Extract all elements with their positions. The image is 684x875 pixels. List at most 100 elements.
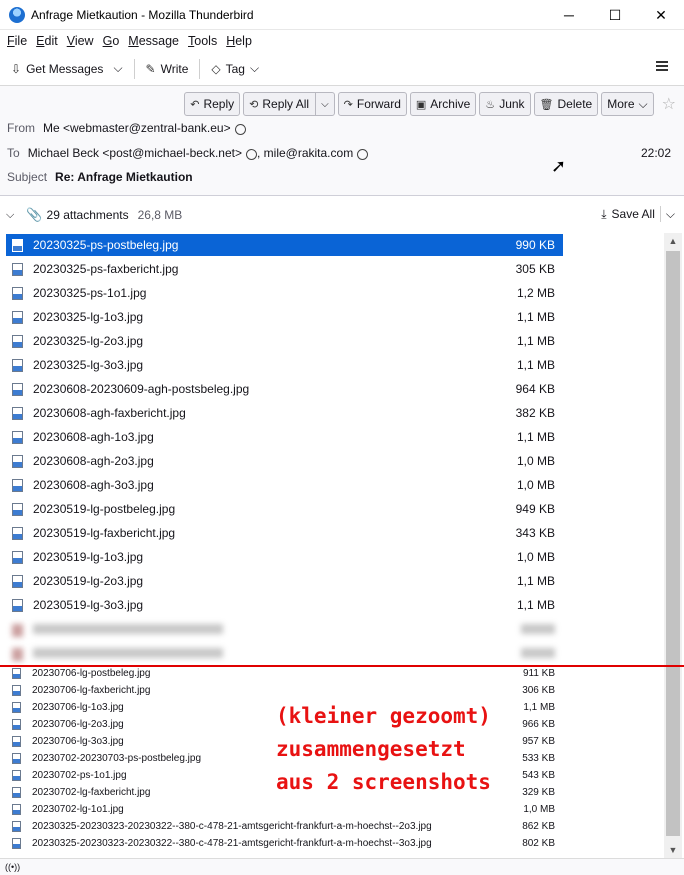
app-menu-icon[interactable] xyxy=(656,61,668,71)
reply-all-button[interactable]: ⟲ Reply All ⌵ xyxy=(243,92,335,116)
tag-label: Tag xyxy=(225,61,245,76)
attachment-count[interactable]: 29 attachments xyxy=(47,208,129,222)
to-recipient-2[interactable]: , mile@rakita.com xyxy=(257,146,353,160)
redacted-size xyxy=(483,647,563,661)
contact-add-icon[interactable] xyxy=(234,123,246,135)
attachment-item[interactable]: 20230325-lg-3o3.jpg 1,1 MB xyxy=(6,354,563,376)
attachment-name: 20230706-lg-postbeleg.jpg xyxy=(32,668,151,679)
scroll-down-arrow-icon[interactable]: ▼ xyxy=(664,842,682,858)
minimize-button[interactable]: ─ xyxy=(546,0,592,30)
download-icon: ⤓ xyxy=(601,206,607,221)
reply-all-dropdown-icon[interactable]: ⌵ xyxy=(315,93,334,115)
contact-add-icon[interactable] xyxy=(357,148,369,160)
image-file-icon xyxy=(12,770,21,781)
forward-button[interactable]: ↷ Forward xyxy=(337,92,407,116)
online-status-icon[interactable]: ((•)) xyxy=(5,862,20,872)
image-file-icon xyxy=(12,838,21,849)
attachment-item[interactable]: 20230608-agh-3o3.jpg 1,0 MB xyxy=(6,474,563,496)
attachment-item[interactable]: 20230608-agh-2o3.jpg 1,0 MB xyxy=(6,450,563,472)
attachment-size: 543 KB xyxy=(522,770,555,781)
annotation-note: (kleiner gezoomt) zusammengesetzt aus 2 … xyxy=(276,700,491,799)
reply-button[interactable]: ↶ Reply xyxy=(184,92,241,116)
attachment-item[interactable]: 20230608-20230609-agh-postsbeleg.jpg 964… xyxy=(6,378,563,400)
delete-button[interactable]: 🗑 Delete xyxy=(533,92,599,116)
archive-button[interactable]: ▣ Archive xyxy=(409,92,477,116)
attachment-item[interactable]: 20230519-lg-1o3.jpg 1,0 MB xyxy=(6,546,563,568)
attachment-name: 20230325-20230323-20230322--380-c-478-21… xyxy=(32,821,432,832)
write-button[interactable]: ✎ Write xyxy=(141,57,194,81)
attachment-item[interactable]: 20230325-ps-faxbericht.jpg 305 KB xyxy=(6,258,563,280)
attachment-item[interactable]: 20230325-lg-1o3.jpg 1,1 MB xyxy=(6,306,563,328)
to-recipient-1[interactable]: Michael Beck <post@michael-beck.net> xyxy=(28,146,242,160)
attachment-item[interactable]: 20230519-lg-faxbericht.jpg 343 KB xyxy=(6,522,563,544)
pencil-icon: ✎ xyxy=(145,61,156,76)
menu-go[interactable]: Go xyxy=(103,34,120,48)
tag-button[interactable]: ◇ Tag ⌵ xyxy=(206,57,264,81)
attachment-size: 1,0 MB xyxy=(516,550,555,564)
attachment-item[interactable]: 20230325-ps-postbeleg.jpg 990 KB xyxy=(6,234,563,256)
menu-tools[interactable]: Tools xyxy=(188,34,217,48)
save-all-dropdown-icon[interactable]: ⌵ xyxy=(666,207,675,222)
image-file-icon xyxy=(12,262,23,276)
more-label: More xyxy=(607,97,635,111)
get-messages-dropdown[interactable]: ⌵ xyxy=(108,57,127,81)
attachment-item[interactable]: 20230706-lg-postbeleg.jpg 911 KB xyxy=(6,665,563,682)
attachment-size: 305 KB xyxy=(515,262,555,276)
attachment-item[interactable]: 20230325-ps-1o1.jpg 1,2 MB xyxy=(6,282,563,304)
from-value[interactable]: Me <webmaster@zentral-bank.eu> xyxy=(43,121,231,135)
menu-view[interactable]: View xyxy=(67,34,94,48)
delete-label: Delete xyxy=(557,97,593,111)
attachment-name: 20230325-ps-1o1.jpg xyxy=(33,286,147,300)
get-messages-button[interactable]: ⇩ Get Messages xyxy=(6,57,108,81)
contact-add-icon[interactable] xyxy=(245,148,257,160)
image-file-icon xyxy=(12,406,23,420)
attachment-item[interactable]: 20230325-20230323-20230322--380-c-478-21… xyxy=(6,835,563,852)
attachment-size: 862 KB xyxy=(522,821,555,832)
maximize-button[interactable]: ☐ xyxy=(592,0,638,30)
subject-row: Subject Re: Anfrage Mietkaution xyxy=(7,170,193,184)
message-header: ↶ Reply ⟲ Reply All ⌵ ↷ Forward ▣ Archiv… xyxy=(0,86,684,196)
attachment-size: 1,1 MB xyxy=(516,310,555,324)
attachment-size: 1,1 MB xyxy=(516,430,555,444)
inbox-download-icon: ⇩ xyxy=(11,61,22,76)
get-messages-label: Get Messages xyxy=(26,61,104,76)
attachment-size: 329 KB xyxy=(522,787,555,798)
menu-message[interactable]: Message xyxy=(128,34,179,48)
save-all-button[interactable]: ⤓ Save All ⌵ xyxy=(601,206,675,222)
scrollbar-thumb[interactable] xyxy=(666,251,680,836)
redacted-attachment-item[interactable] xyxy=(6,619,563,641)
menu-edit[interactable]: Edit xyxy=(36,34,58,48)
menu-file[interactable]: File xyxy=(7,34,27,48)
toolbar-separator xyxy=(199,58,201,79)
attachment-item[interactable]: 20230706-lg-faxbericht.jpg 306 KB xyxy=(6,682,563,699)
image-file-icon xyxy=(12,647,23,661)
image-file-icon xyxy=(12,787,21,798)
image-file-icon xyxy=(12,286,23,300)
image-file-icon xyxy=(12,623,23,637)
paperclip-icon: 📎 xyxy=(26,207,43,222)
redacted-attachment-item[interactable] xyxy=(6,643,563,665)
subject-label: Subject xyxy=(7,170,48,184)
attachment-item[interactable]: 20230519-lg-postbeleg.jpg 949 KB xyxy=(6,498,563,520)
attachment-item[interactable]: 20230325-lg-2o3.jpg 1,1 MB xyxy=(6,330,563,352)
scroll-up-arrow-icon[interactable]: ▲ xyxy=(664,233,682,249)
thunderbird-logo-icon xyxy=(9,6,25,23)
attachment-size: 802 KB xyxy=(522,838,555,849)
main-toolbar: ⇩ Get Messages ⌵ ✎ Write ◇ Tag ⌵ xyxy=(0,52,684,86)
reply-label: Reply xyxy=(203,97,235,111)
attachment-item[interactable]: 20230519-lg-3o3.jpg 1,1 MB xyxy=(6,594,563,616)
attachment-size: 990 KB xyxy=(515,238,555,252)
attachment-item[interactable]: 20230608-agh-1o3.jpg 1,1 MB xyxy=(6,426,563,448)
more-button[interactable]: More ⌵ xyxy=(601,92,654,116)
attachment-item[interactable]: 20230702-lg-1o1.jpg 1,0 MB xyxy=(6,801,563,818)
close-button[interactable]: ✕ xyxy=(638,0,684,30)
attachment-item[interactable]: 20230608-agh-faxbericht.jpg 382 KB xyxy=(6,402,563,424)
attachment-item[interactable]: 20230325-20230323-20230322--380-c-478-21… xyxy=(6,818,563,835)
subject-value: Re: Anfrage Mietkaution xyxy=(55,170,193,184)
attachment-item[interactable]: 20230519-lg-2o3.jpg 1,1 MB xyxy=(6,570,563,592)
collapse-chevron-icon[interactable]: ⌵ xyxy=(6,209,14,222)
star-icon[interactable]: ☆ xyxy=(662,94,676,114)
attachment-list-scrollbar[interactable]: ▲ ▼ xyxy=(664,233,682,858)
menu-help[interactable]: Help xyxy=(226,34,252,48)
junk-button[interactable]: ♨ Junk xyxy=(479,92,531,116)
